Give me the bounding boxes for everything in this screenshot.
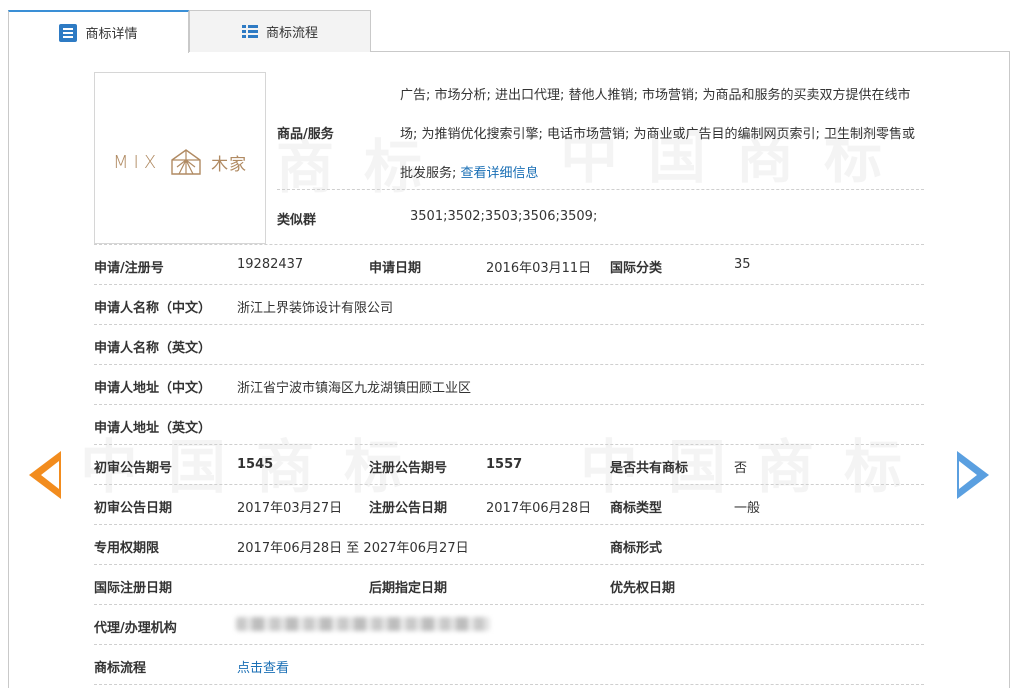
- tab-trademark-detail[interactable]: 商标详情: [8, 10, 189, 53]
- apply-date-value: 2016年03月11日: [486, 261, 592, 276]
- goods-label: 商品/服务: [277, 127, 334, 142]
- intl-class-value: 35: [734, 257, 751, 272]
- logo-house-icon: [171, 149, 201, 175]
- prelim-date-value: 2017年03月27日: [237, 501, 343, 516]
- logo-mark-text: MIX: [113, 151, 162, 173]
- process-label: 商标流程: [94, 661, 147, 676]
- document-icon: [59, 23, 78, 42]
- next-record-arrow-icon[interactable]: [957, 451, 989, 499]
- reg-announce-no-label: 注册公告期号: [369, 461, 448, 476]
- shared-value: 否: [734, 461, 748, 476]
- trademark-image: MIX 木家: [94, 72, 266, 244]
- applicant-en-label: 申请人名称（英文）: [94, 341, 212, 356]
- divider: [94, 404, 924, 405]
- prelim-no-label: 初审公告期号: [94, 461, 173, 476]
- similar-group-label: 类似群: [277, 213, 317, 228]
- applicant-cn-value: 浙江上界装饰设计有限公司: [237, 301, 394, 316]
- divider: [94, 684, 924, 685]
- agent-value-redacted: [236, 617, 490, 631]
- prev-record-arrow-icon[interactable]: [29, 451, 61, 499]
- tab-trademark-process[interactable]: 商标流程: [189, 10, 371, 52]
- divider: [94, 324, 924, 325]
- apply-date-label: 申请日期: [369, 261, 422, 276]
- reg-announce-date-value: 2017年06月28日: [486, 501, 592, 516]
- reg-no-label: 申请/注册号: [94, 261, 164, 276]
- divider: [277, 189, 924, 190]
- prelim-no-value: 1545: [237, 457, 274, 472]
- agent-label: 代理/办理机构: [94, 621, 177, 636]
- applicant-cn-label: 申请人名称（中文）: [94, 301, 212, 316]
- prelim-date-label: 初审公告日期: [94, 501, 173, 516]
- divider: [94, 564, 924, 565]
- goods-text: 广告; 市场分析; 进出口代理; 替他人推销; 市场营销; 为商品和服务的买卖双…: [400, 76, 925, 193]
- exclusive-value: 2017年06月28日 至 2027年06月27日: [237, 541, 469, 556]
- similar-group-value: 3501;3502;3503;3506;3509;: [410, 209, 598, 224]
- divider: [94, 364, 924, 365]
- address-en-label: 申请人地址（英文）: [94, 421, 212, 436]
- divider: [94, 604, 924, 605]
- process-view-link[interactable]: 点击查看: [237, 657, 289, 676]
- form-label: 商标形式: [610, 541, 663, 556]
- type-value: 一般: [734, 501, 761, 516]
- tab-label: 商标详情: [85, 27, 138, 42]
- exclusive-label: 专用权期限: [94, 541, 160, 556]
- reg-announce-date-label: 注册公告日期: [369, 501, 448, 516]
- intl-reg-date-label: 国际注册日期: [94, 581, 173, 596]
- divider: [94, 644, 924, 645]
- tab-bar: 商标详情 商标流程: [8, 10, 1010, 53]
- reg-announce-no-value: 1557: [486, 457, 523, 472]
- divider: [94, 284, 924, 285]
- type-label: 商标类型: [610, 501, 663, 516]
- shared-label: 是否共有商标: [610, 461, 689, 476]
- divider: [94, 484, 924, 485]
- tab-label: 商标流程: [265, 26, 318, 41]
- intl-class-label: 国际分类: [610, 261, 663, 276]
- logo-cn-text: 木家: [211, 154, 248, 175]
- list-icon: [241, 24, 258, 39]
- trademark-logo: MIX 木家: [113, 147, 247, 177]
- divider: [94, 244, 924, 245]
- divider: [94, 524, 924, 525]
- divider: [94, 444, 924, 445]
- address-cn-label: 申请人地址（中文）: [94, 381, 212, 396]
- reg-no-value: 19282437: [237, 257, 304, 272]
- address-cn-value: 浙江省宁波市镇海区九龙湖镇田顾工业区: [237, 381, 472, 396]
- view-detail-link[interactable]: 查看详细信息: [461, 166, 539, 181]
- priority-label: 优先权日期: [610, 581, 676, 596]
- later-designation-label: 后期指定日期: [369, 581, 448, 596]
